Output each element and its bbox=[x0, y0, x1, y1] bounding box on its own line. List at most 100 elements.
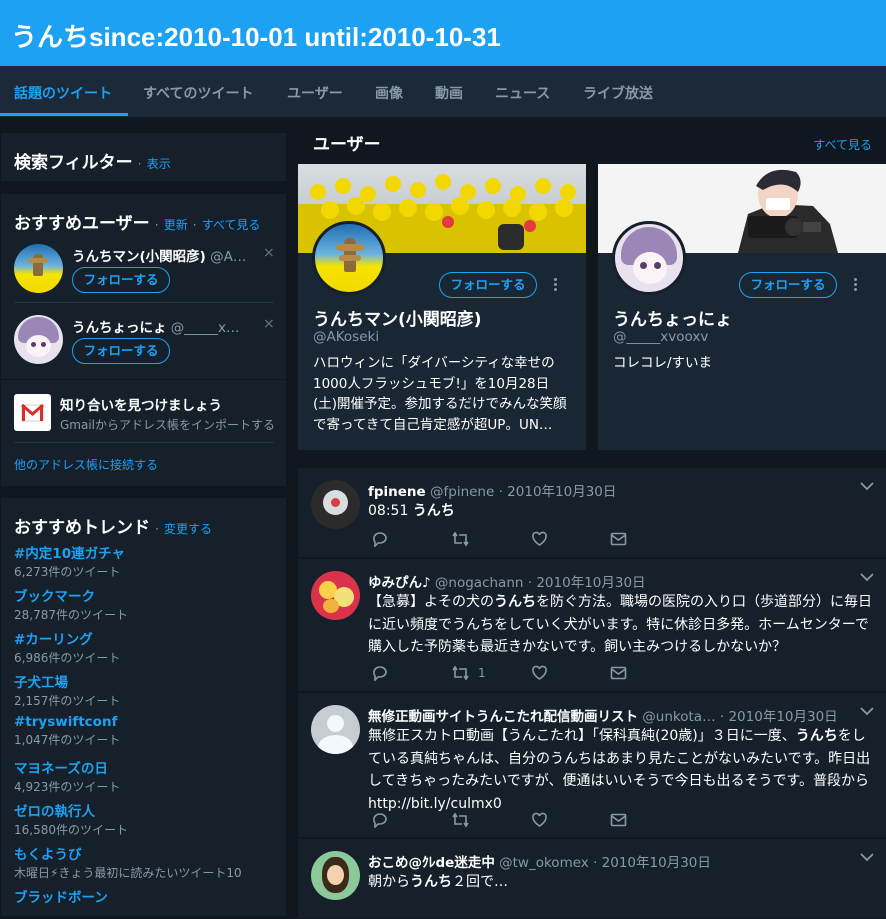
tweet-author-name[interactable]: 無修正動画サイトうんこたれ配信動画リスト bbox=[368, 709, 638, 725]
tweet-author-handle[interactable]: @tw_okomex bbox=[499, 855, 589, 871]
tweet-author-handle[interactable]: @unkota… bbox=[642, 709, 715, 725]
reply-icon[interactable] bbox=[372, 664, 389, 682]
card-user-name[interactable]: うんちょっにょ bbox=[613, 305, 732, 330]
user-name[interactable]: うんちマン(小関昭彦) bbox=[72, 249, 206, 265]
trend-item[interactable]: #内定10連ガチャ 6,273件のツイート bbox=[14, 542, 125, 580]
trend-item[interactable]: #tryswiftconf 1,047件のツイート bbox=[14, 714, 120, 748]
tweet[interactable]: 無修正動画サイトうんこたれ配信動画リスト @unkota… · 2010年10月… bbox=[298, 693, 886, 838]
trend-name[interactable]: マヨネーズの日 bbox=[14, 757, 120, 777]
avatar[interactable] bbox=[311, 705, 360, 754]
follow-button[interactable]: フォローする bbox=[739, 272, 837, 298]
search-query-title: うんちsince:2010-10-01 until:2010-10-31 bbox=[11, 22, 501, 52]
avatar[interactable] bbox=[311, 571, 360, 620]
search-filter-show-link[interactable]: 表示 bbox=[147, 157, 171, 171]
follow-button[interactable]: フォローする bbox=[72, 267, 170, 293]
tab-videos[interactable]: 動画 bbox=[435, 83, 463, 103]
follow-button[interactable]: フォローする bbox=[439, 272, 537, 298]
find-friends-subtitle[interactable]: Gmailからアドレス帳をインポートする bbox=[60, 416, 275, 433]
trend-name[interactable]: ブラッドボーン bbox=[14, 886, 108, 906]
chevron-down-icon[interactable] bbox=[860, 707, 874, 716]
trends-title: おすすめトレンド bbox=[14, 518, 150, 538]
card-user-name[interactable]: うんちマン(小関昭彦) bbox=[313, 305, 482, 330]
separator: · bbox=[137, 157, 142, 171]
trend-name[interactable]: #カーリング bbox=[14, 628, 120, 648]
main-column: ユーザー すべて見る フォローする うんちマン(小関昭彦) @AKoseki ハ… bbox=[298, 118, 886, 919]
trend-name[interactable]: もくようび bbox=[14, 843, 242, 863]
follow-button[interactable]: フォローする bbox=[72, 338, 170, 364]
avatar[interactable] bbox=[612, 221, 686, 295]
change-trends-link[interactable]: 変更する bbox=[164, 522, 212, 536]
tweet-text: 【急募】よその犬のうんちを防ぐ方法。職場の医院の入り口（歩道部分）に毎日に近い頻… bbox=[368, 591, 876, 659]
trend-item[interactable]: 子犬工場 2,157件のツイート bbox=[14, 671, 120, 709]
tweet-author-handle[interactable]: @nogachann bbox=[435, 575, 524, 591]
tweet-author-name[interactable]: おこめ@ｸﾚde迷走中 bbox=[368, 855, 495, 871]
tweet-author-name[interactable]: fpinene bbox=[368, 484, 426, 500]
view-all-link[interactable]: すべて見る bbox=[202, 218, 261, 232]
tweet-date[interactable]: · 2010年10月30日 bbox=[528, 575, 646, 591]
retweet-icon[interactable]: 1 bbox=[451, 664, 486, 682]
more-options-icon[interactable] bbox=[854, 278, 858, 291]
trend-name[interactable]: #tryswiftconf bbox=[14, 714, 120, 730]
tweet-date[interactable]: · 2010年10月30日 bbox=[499, 484, 617, 500]
message-icon[interactable] bbox=[610, 811, 627, 829]
tweet-actions bbox=[368, 811, 638, 829]
trend-name[interactable]: ブックマーク bbox=[14, 585, 128, 605]
separator: · bbox=[154, 218, 159, 232]
trend-item[interactable]: マヨネーズの日 4,923件のツイート bbox=[14, 757, 120, 795]
reply-icon[interactable] bbox=[372, 811, 389, 829]
retweet-icon[interactable] bbox=[451, 530, 478, 548]
chevron-down-icon[interactable] bbox=[860, 853, 874, 862]
tweet-date[interactable]: · 2010年10月30日 bbox=[593, 855, 711, 871]
tab-images[interactable]: 画像 bbox=[375, 83, 403, 103]
tweet-date[interactable]: · 2010年10月30日 bbox=[720, 709, 838, 725]
tweet-highlight: うんち bbox=[795, 728, 838, 744]
user-card[interactable]: フォローする うんちょっにょ @_____xvooxv コレコレ/すいま bbox=[598, 164, 886, 450]
tweet-text-part: 【急募】よその犬の bbox=[368, 594, 494, 610]
message-icon[interactable] bbox=[610, 530, 627, 548]
avatar[interactable] bbox=[311, 480, 360, 529]
trend-name[interactable]: #内定10連ガチャ bbox=[14, 542, 125, 562]
tab-users[interactable]: ユーザー bbox=[287, 83, 343, 103]
trend-item[interactable]: ブラッドボーン bbox=[14, 886, 108, 907]
like-icon[interactable] bbox=[531, 811, 548, 829]
avatar[interactable] bbox=[311, 851, 360, 900]
more-options-icon[interactable] bbox=[554, 278, 558, 291]
tweet[interactable]: ゆみぴん♪ @nogachann · 2010年10月30日 【急募】よその犬の… bbox=[298, 559, 886, 692]
tab-all-tweets[interactable]: すべてのツイート bbox=[143, 83, 253, 103]
avatar[interactable] bbox=[14, 315, 63, 364]
avatar[interactable] bbox=[14, 244, 63, 293]
tab-top-tweets[interactable]: 話題のツイート bbox=[14, 83, 112, 103]
chevron-down-icon[interactable] bbox=[860, 482, 874, 491]
tweet[interactable]: おこめ@ｸﾚde迷走中 @tw_okomex · 2010年10月30日 朝から… bbox=[298, 839, 886, 919]
tweet-author-handle[interactable]: @fpinene bbox=[430, 484, 494, 500]
like-icon[interactable] bbox=[531, 664, 548, 682]
search-tabs: 話題のツイート すべてのツイート ユーザー 画像 動画 ニュース ライブ放送 bbox=[0, 66, 886, 118]
tweet-text-part: 08:51 bbox=[368, 503, 413, 519]
trend-item[interactable]: もくようび 木曜日⚡きょう最初に読みたいツイート10 bbox=[14, 843, 242, 881]
trend-item[interactable]: ゼロの執行人 16,580件のツイート bbox=[14, 800, 128, 838]
avatar[interactable] bbox=[312, 221, 386, 295]
like-icon[interactable] bbox=[531, 530, 548, 548]
connect-other-address-book-link[interactable]: 他のアドレス帳に接続する bbox=[14, 456, 158, 473]
message-icon[interactable] bbox=[610, 664, 627, 682]
trend-name[interactable]: 子犬工場 bbox=[14, 671, 120, 691]
dismiss-icon[interactable]: × bbox=[263, 316, 275, 332]
user-card[interactable]: フォローする うんちマン(小関昭彦) @AKoseki ハロウィンに「ダイバーシ… bbox=[298, 164, 586, 450]
who-to-follow-title: おすすめユーザー bbox=[14, 214, 150, 234]
find-friends-title[interactable]: 知り合いを見つけましょう bbox=[60, 394, 275, 414]
retweet-icon[interactable] bbox=[451, 811, 478, 829]
refresh-link[interactable]: 更新 bbox=[164, 218, 188, 232]
reply-icon[interactable] bbox=[372, 530, 389, 548]
dismiss-icon[interactable]: × bbox=[263, 245, 275, 261]
trend-name[interactable]: ゼロの執行人 bbox=[14, 800, 128, 820]
tab-news[interactable]: ニュース bbox=[495, 83, 550, 103]
chevron-down-icon[interactable] bbox=[860, 573, 874, 582]
users-view-all-link[interactable]: すべて見る bbox=[813, 136, 872, 153]
tweet[interactable]: fpinene @fpinene · 2010年10月30日 08:51 うんち bbox=[298, 468, 886, 558]
trend-item[interactable]: #カーリング 6,986件のツイート bbox=[14, 628, 120, 666]
trend-item[interactable]: ブックマーク 28,787件のツイート bbox=[14, 585, 128, 623]
user-name[interactable]: うんちょっにょ bbox=[72, 320, 167, 336]
tab-live[interactable]: ライブ放送 bbox=[583, 83, 653, 103]
card-user-bio: コレコレ/すいま bbox=[613, 355, 713, 371]
tweet-author-name[interactable]: ゆみぴん♪ bbox=[368, 575, 431, 591]
